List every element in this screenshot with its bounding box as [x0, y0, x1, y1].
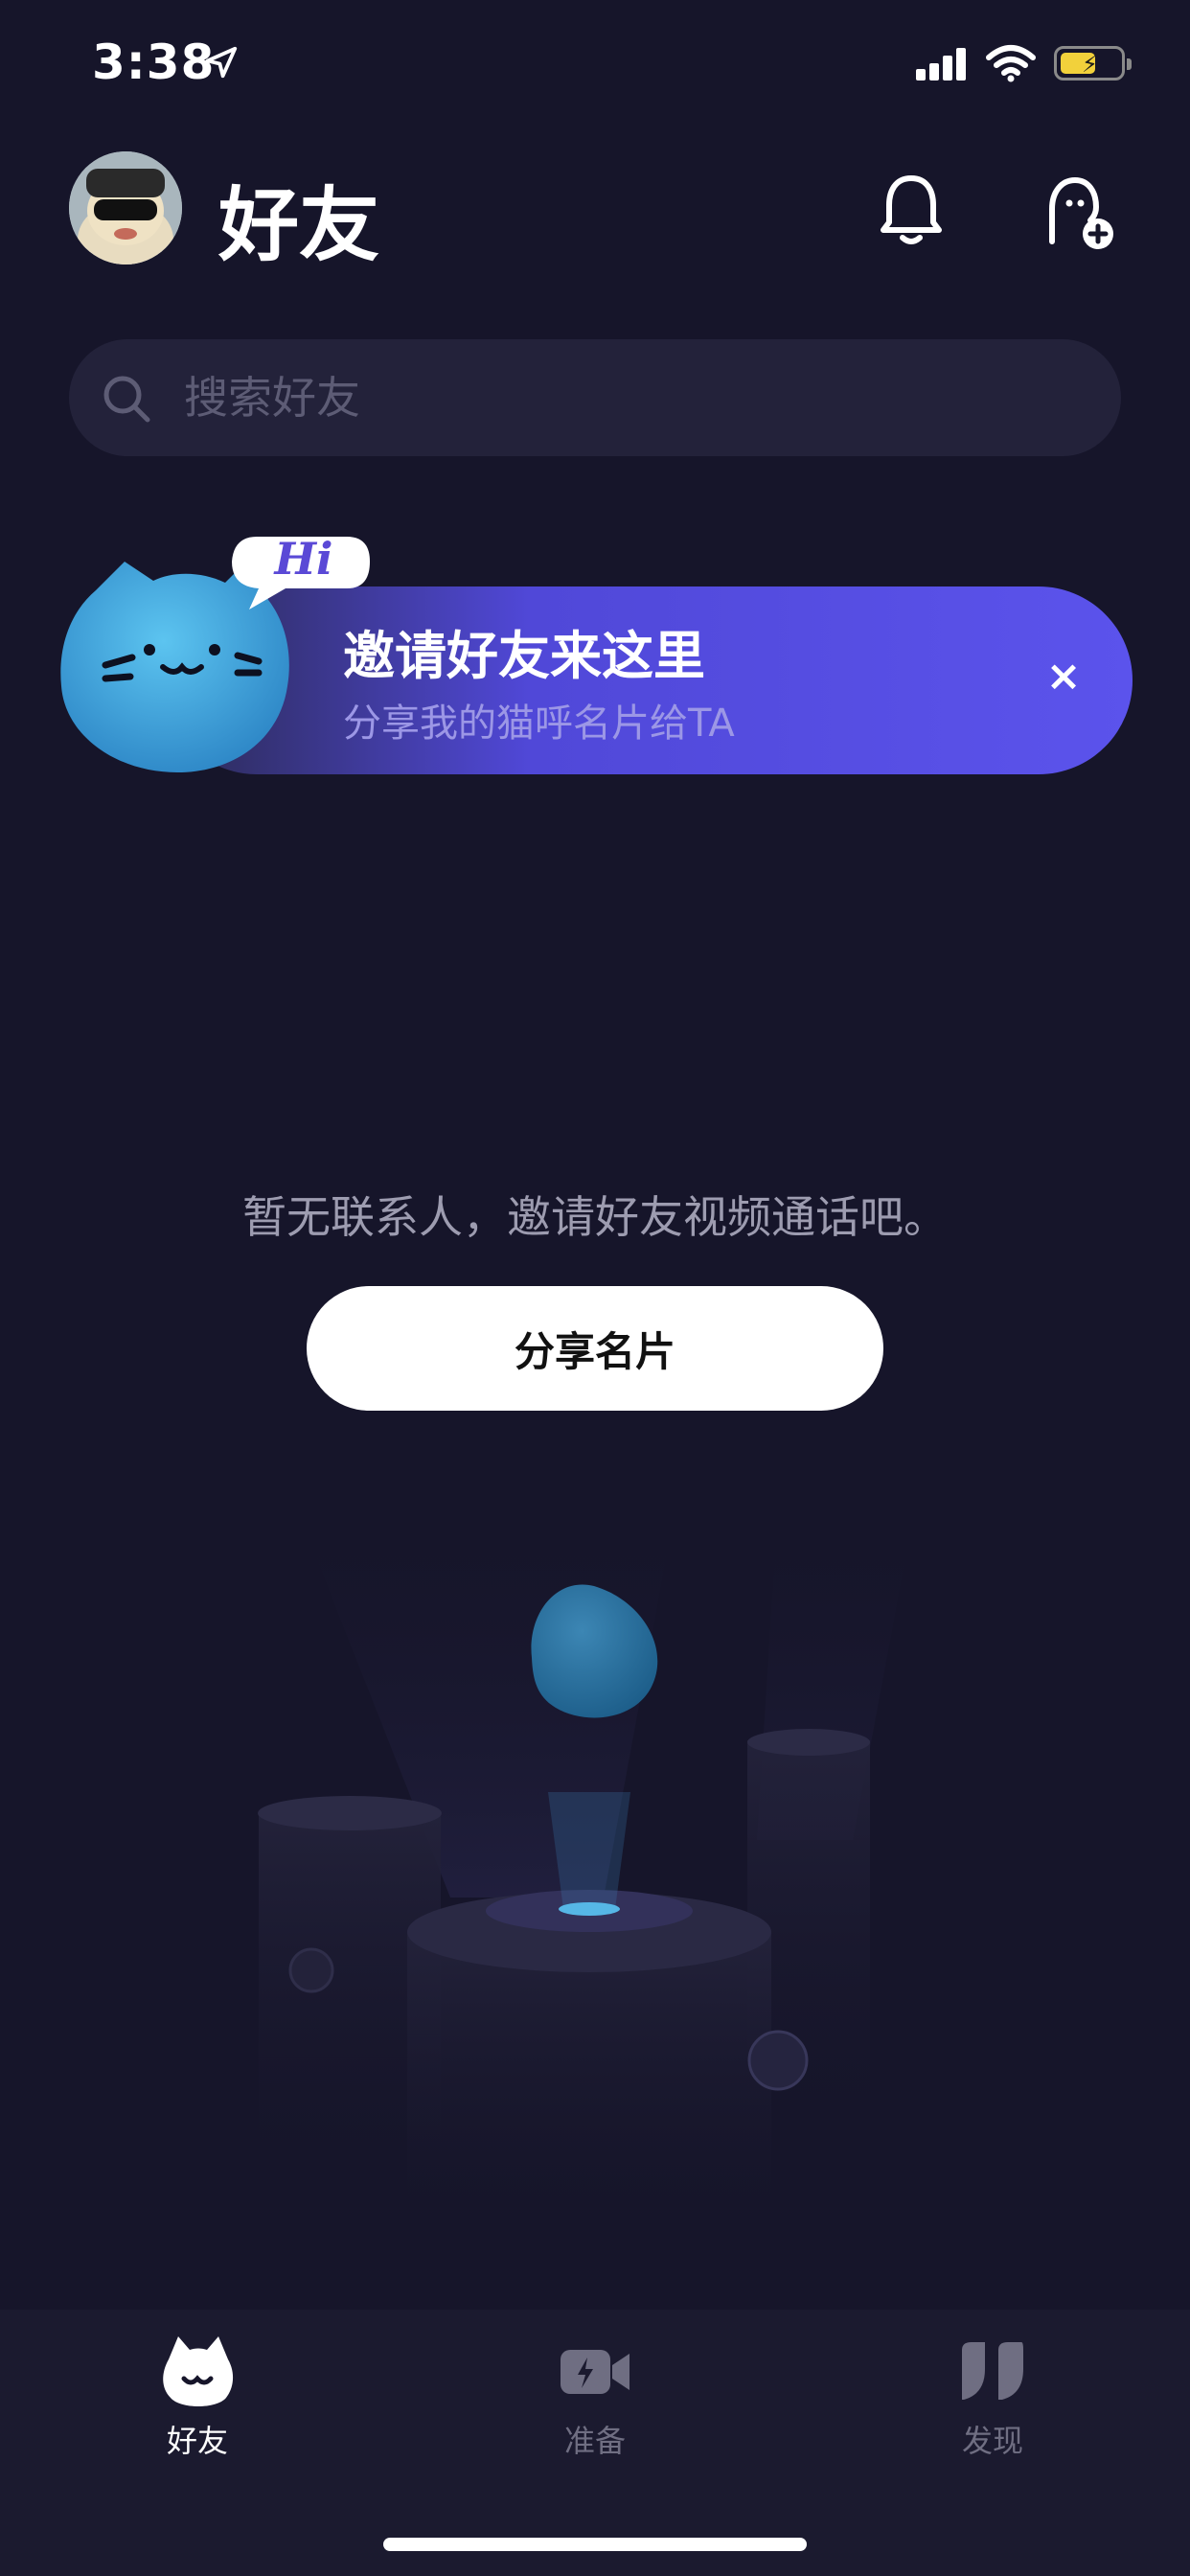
tab-discover-label: 发现: [961, 2423, 1023, 2459]
close-icon[interactable]: ×: [1041, 654, 1087, 700]
video-camera-icon: [561, 2350, 629, 2394]
empty-state-message: 暂无联系人，邀请好友视频通话吧。: [242, 1191, 948, 1243]
search-input[interactable]: [184, 366, 1046, 429]
tab-friends-label: 好友: [166, 2423, 228, 2459]
home-indicator[interactable]: [383, 2538, 807, 2551]
share-card-button[interactable]: 分享名片: [307, 1286, 883, 1411]
search-icon: [103, 376, 150, 423]
hi-text: Hi: [274, 533, 333, 585]
avatar-image: [69, 151, 182, 264]
avatar[interactable]: [69, 151, 182, 264]
status-time: 3:38: [92, 34, 216, 90]
tab-discover[interactable]: 发现: [849, 2310, 1136, 2501]
invite-subtitle: 分享我的猫呼名片给TA: [343, 702, 735, 746]
tab-prepare[interactable]: 准备: [451, 2310, 739, 2501]
quote-icon: [962, 2342, 1023, 2400]
empty-stage-illustration: [258, 1533, 910, 2239]
tab-prepare-label: 准备: [563, 2423, 626, 2459]
cellular-signal-icon: [916, 48, 966, 80]
location-arrow-icon: [205, 46, 238, 79]
cat-face-icon: [163, 2336, 234, 2406]
battery-icon: ⚡: [1054, 46, 1132, 80]
tab-friends[interactable]: 好友: [54, 2310, 341, 2501]
add-friend-icon[interactable]: [1042, 174, 1115, 251]
page-title: 好友: [218, 178, 380, 272]
hi-speech-bubble: Hi: [228, 533, 372, 615]
invite-title: 邀请好友来这里: [343, 626, 705, 686]
wifi-icon: [986, 45, 1036, 82]
bell-icon[interactable]: [878, 171, 945, 247]
